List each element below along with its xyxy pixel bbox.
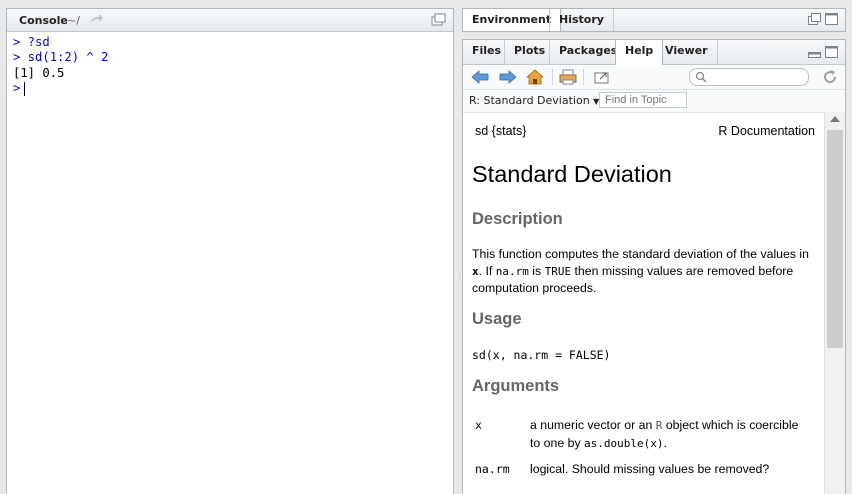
help-tabbar: Files Plots Packages Help Viewer (463, 40, 845, 65)
tab-plots[interactable]: Plots (504, 40, 554, 65)
description-text: This function computes the standard devi… (472, 246, 817, 297)
maximize-icon[interactable] (825, 46, 839, 58)
argument-name: na.rm (475, 462, 510, 476)
environment-pane: Environment History (462, 8, 846, 32)
code-true: TRUE (544, 264, 572, 278)
argument-name: x (475, 418, 482, 432)
code-as-double: as.double(x) (584, 436, 664, 450)
console-result: [1] 0.5 (13, 65, 65, 80)
refresh-icon[interactable] (821, 69, 839, 85)
console-tab[interactable]: Console (19, 14, 68, 27)
text-cursor (24, 81, 26, 96)
back-arrow-icon[interactable] (471, 69, 489, 85)
code-r: R (655, 419, 663, 432)
maximize-icon[interactable] (431, 13, 447, 27)
section-usage: Usage (472, 310, 522, 328)
doc-package: sd {stats} (475, 124, 527, 138)
topic-dropdown[interactable]: R: Standard Deviation ▼ (469, 94, 599, 107)
console-line: > ?sd (13, 35, 453, 50)
help-document: sd {stats} R Documentation Standard Devi… (463, 112, 825, 494)
show-in-window-icon[interactable] (593, 69, 611, 85)
console-header: Console ~/ (7, 9, 453, 32)
toolbar-divider (552, 69, 553, 85)
code-narm: na.rm (495, 264, 529, 278)
topic-dropdown-label: R: Standard Deviation (469, 94, 590, 107)
argument-text: a numeric vector or an (530, 418, 653, 432)
console-command: ?sd (20, 35, 50, 49)
doc-title: Standard Deviation (472, 161, 672, 187)
find-in-topic-input[interactable] (599, 92, 687, 108)
code-x: x (472, 264, 479, 278)
tab-history[interactable]: History (549, 9, 614, 31)
console-prompt: > (13, 81, 21, 96)
print-icon[interactable] (559, 69, 577, 85)
env-window-controls (808, 13, 839, 25)
help-search-input[interactable] (689, 68, 809, 86)
scroll-up-icon[interactable] (830, 116, 840, 122)
scroll-thumb[interactable] (827, 130, 843, 348)
minimize-icon[interactable] (808, 46, 822, 58)
toolbar-divider (583, 69, 584, 85)
tab-viewer[interactable]: Viewer (656, 40, 718, 65)
help-window-controls (808, 46, 839, 58)
argument-text: . (663, 435, 667, 450)
doc-source: R Documentation (718, 124, 815, 138)
restore-icon[interactable] (808, 13, 822, 25)
console-output[interactable]: > ?sd > sd(1:2) ^ 2 [1] 0.5 > (7, 32, 453, 97)
usage-code: sd(x, na.rm = FALSE) (472, 348, 611, 362)
console-path: ~/ (67, 14, 80, 27)
tab-environment[interactable]: Environment (463, 9, 562, 31)
search-icon (695, 71, 707, 83)
description-part: is (532, 263, 542, 278)
maximize-icon[interactable] (825, 13, 839, 25)
console-command: sd(1:2) ^ 2 (20, 50, 109, 65)
console-line: > sd(1:2) ^ 2 (13, 50, 453, 65)
section-arguments: Arguments (472, 377, 560, 395)
doc-header: sd {stats} R Documentation (475, 124, 815, 138)
console-input-line[interactable]: > (13, 81, 453, 96)
console-pane: Console ~/ > ?sd > sd(1:2) ^ 2 [1] 0.5 > (6, 8, 454, 494)
help-topic-bar: R: Standard Deviation ▼ (463, 90, 845, 113)
forward-arrow-icon[interactable] (499, 69, 517, 85)
help-scrollbar[interactable] (824, 112, 845, 494)
help-pane: Files Plots Packages Help Viewer R: Stan… (462, 39, 846, 494)
home-icon[interactable] (526, 69, 544, 85)
argument-description: a numeric vector or an R object which is… (530, 417, 810, 452)
section-description: Description (472, 210, 563, 228)
go-to-directory-icon[interactable] (88, 12, 104, 26)
description-part: . If (478, 263, 493, 278)
pane-splitter[interactable]: ⋮ (455, 8, 464, 494)
description-part: This function computes the standard devi… (472, 247, 809, 261)
help-toolbar (463, 65, 845, 90)
argument-description: logical. Should missing values be remove… (530, 462, 770, 476)
